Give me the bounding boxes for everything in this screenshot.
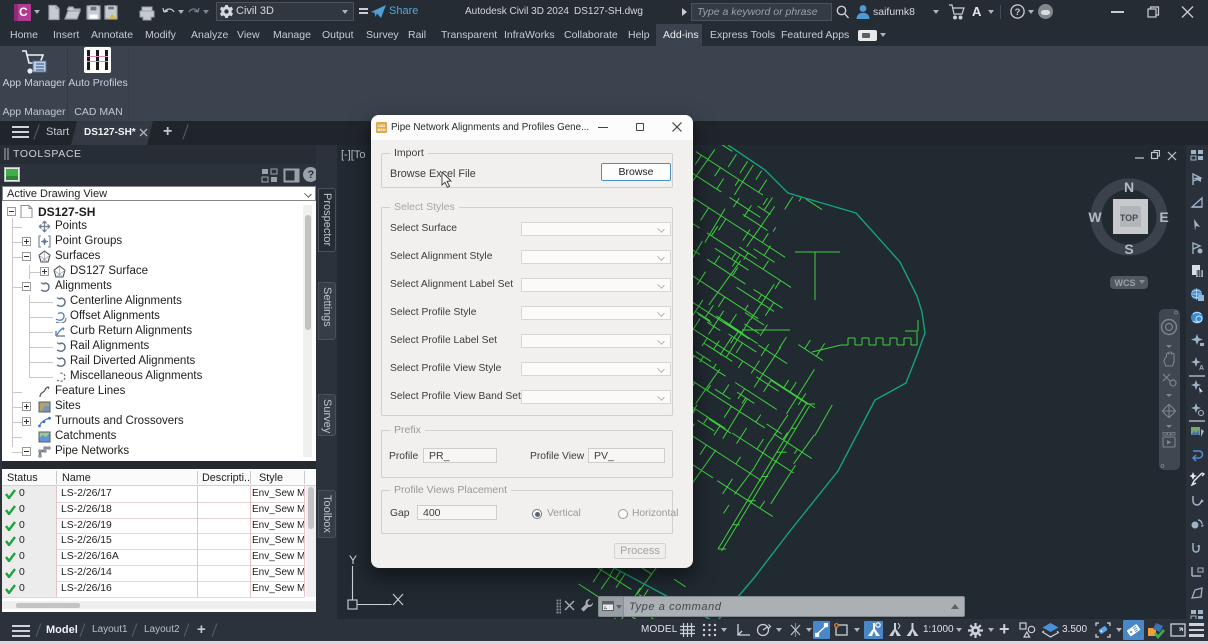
- svg-text:E: E: [1159, 209, 1168, 225]
- svg-text:?: ?: [1015, 7, 1021, 18]
- svg-text:N: N: [1124, 179, 1134, 195]
- svg-text:A: A: [1199, 365, 1204, 371]
- svg-text:[-][To: [-][To: [341, 149, 365, 161]
- svg-text:TOP: TOP: [1120, 213, 1138, 223]
- svg-text:Y: Y: [349, 553, 357, 567]
- svg-text:S: S: [1124, 241, 1133, 257]
- svg-text:WCS: WCS: [1115, 278, 1136, 288]
- svg-text:W: W: [1088, 209, 1102, 225]
